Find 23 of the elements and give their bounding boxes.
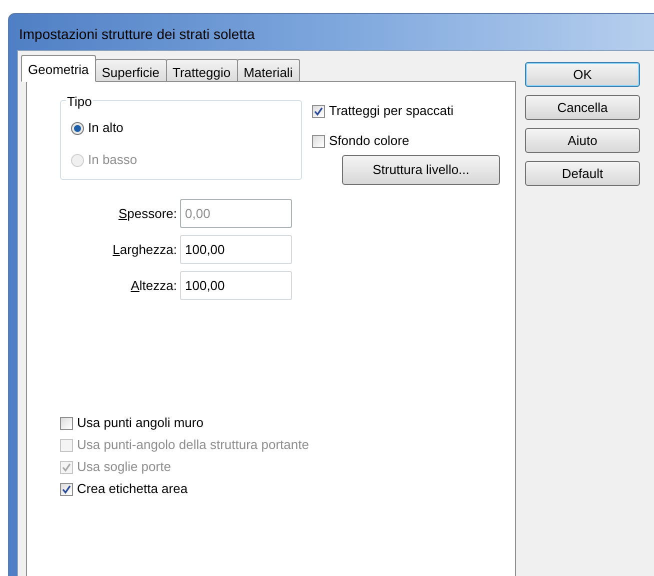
window-title: Impostazioni strutture dei strati soletta (18, 25, 256, 44)
radio-button[interactable]: In alto (71, 117, 301, 139)
input-field[interactable]: 100,00 (180, 235, 292, 264)
dialog-button[interactable]: Cancella (525, 95, 640, 120)
checkbox[interactable]: Tratteggi per spaccati (312, 101, 500, 121)
input-field[interactable]: 100,00 (180, 271, 292, 300)
checkbox[interactable]: Sfondo colore (312, 131, 500, 151)
dialog-button[interactable]: OK (525, 62, 640, 87)
tab[interactable]: Tratteggio (166, 59, 238, 82)
checkmark-icon (62, 484, 71, 494)
dialog-button[interactable]: Aiuto (525, 128, 640, 153)
field-label: Larghezza: (112, 240, 178, 259)
checkmark-icon (62, 462, 71, 472)
checkmark-icon (314, 106, 323, 116)
tab[interactable]: Superficie (94, 59, 167, 82)
field-label: Altezza: (130, 276, 178, 295)
field-label: Spessore: (117, 204, 178, 223)
dialog-button[interactable]: Struttura livello... (342, 155, 500, 185)
dialog-button[interactable]: Default (525, 161, 640, 186)
tab[interactable]: Materiali (236, 59, 300, 82)
checkbox[interactable]: Crea etichetta area (60, 479, 515, 499)
checkbox[interactable]: Usa punti angoli muro (60, 413, 515, 433)
tab[interactable]: Geometria (21, 55, 96, 82)
